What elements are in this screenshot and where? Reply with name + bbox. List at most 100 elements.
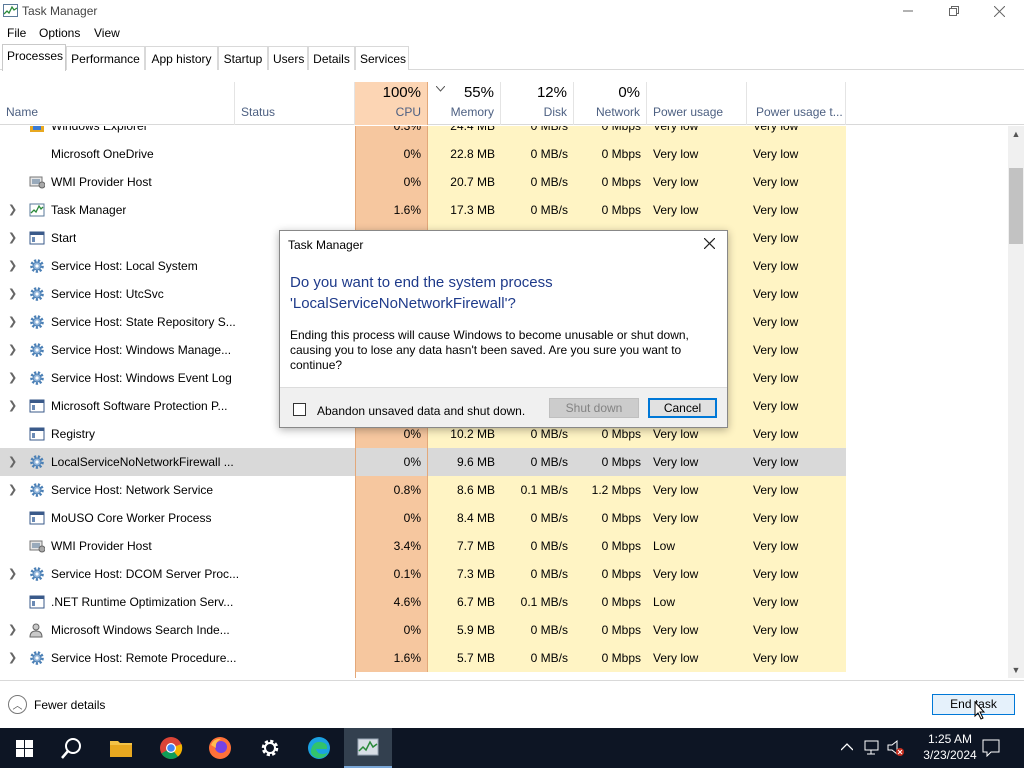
column-name[interactable]: Name bbox=[0, 82, 235, 125]
table-row[interactable]: ❯ Microsoft Windows Search Inde... 0% 5.9 M… bbox=[0, 616, 1008, 644]
disk-cell: 0 MB/s bbox=[501, 168, 574, 196]
tab-details[interactable]: Details bbox=[308, 46, 355, 70]
vertical-scrollbar[interactable]: ▲ ▼ bbox=[1008, 126, 1024, 678]
volume-muted-icon[interactable] bbox=[887, 739, 905, 756]
expand-chevron-icon[interactable]: ❯ bbox=[8, 224, 17, 252]
clock-time[interactable]: 1:25 AM bbox=[912, 731, 988, 747]
chevron-up-icon: ︿ bbox=[8, 695, 27, 714]
cpu-cell: 1.6% bbox=[355, 196, 428, 224]
column-cpu[interactable]: 100% CPU bbox=[355, 82, 428, 125]
taskbar-chrome[interactable] bbox=[147, 728, 195, 768]
table-row[interactable]: ❯ Task Manager 1.6% 17.3 MB 0 MB/s 0 Mbps Very… bbox=[0, 196, 1008, 224]
tab-performance[interactable]: Performance bbox=[66, 46, 145, 70]
expand-chevron-icon[interactable]: ❯ bbox=[8, 308, 17, 336]
close-button[interactable] bbox=[976, 0, 1022, 22]
memory-cell: 7.3 MB bbox=[428, 560, 501, 588]
taskbar-settings[interactable] bbox=[246, 728, 294, 768]
cancel-button[interactable]: Cancel bbox=[648, 398, 717, 418]
column-power-trend[interactable]: Power usage t... bbox=[747, 82, 846, 125]
tab-startup[interactable]: Startup bbox=[218, 46, 268, 70]
wmi-icon bbox=[29, 174, 46, 190]
table-row[interactable]: Microsoft OneDrive 0% 22.8 MB 0 MB/s 0 Mbps V… bbox=[0, 140, 1008, 168]
table-row[interactable]: WMI Provider Host 3.4% 7.7 MB 0 MB/s 0 Mbps L… bbox=[0, 532, 1008, 560]
column-power-usage[interactable]: Power usage bbox=[647, 82, 747, 125]
power-cell: Very low bbox=[647, 504, 747, 532]
minimize-button[interactable] bbox=[885, 0, 931, 22]
scroll-thumb[interactable] bbox=[1009, 168, 1023, 244]
menu-view[interactable]: View bbox=[94, 26, 120, 40]
table-row[interactable]: ❯ Service Host: Remote Procedure... 1.6% 5.… bbox=[0, 644, 1008, 672]
dialog-close-button[interactable] bbox=[699, 235, 719, 255]
network-cell: 0 Mbps bbox=[574, 616, 647, 644]
column-memory[interactable]: 55% Memory bbox=[428, 82, 501, 125]
notification-icon[interactable] bbox=[982, 739, 1000, 757]
process-name: Microsoft OneDrive bbox=[51, 147, 154, 161]
column-disk[interactable]: 12% Disk bbox=[501, 82, 574, 125]
firefox-icon bbox=[209, 737, 231, 759]
table-row[interactable]: ❯ Service Host: DCOM Server Proc... 0.1% 7.… bbox=[0, 560, 1008, 588]
expand-chevron-icon[interactable]: ❯ bbox=[8, 280, 17, 308]
clock-date[interactable]: 3/23/2024 bbox=[912, 747, 988, 763]
power-cell: Very low bbox=[647, 140, 747, 168]
column-cpu-label: CPU bbox=[395, 105, 421, 119]
expand-chevron-icon[interactable]: ❯ bbox=[8, 644, 17, 672]
power-trend-cell: Very low bbox=[747, 644, 846, 672]
start-button[interactable] bbox=[0, 728, 48, 768]
memory-cell: 6.7 MB bbox=[428, 588, 501, 616]
scroll-up-arrow-icon[interactable]: ▲ bbox=[1008, 126, 1024, 142]
chevron-up-icon[interactable] bbox=[841, 743, 853, 751]
tab-services[interactable]: Services bbox=[355, 46, 409, 70]
taskbar-edge[interactable] bbox=[295, 728, 343, 768]
expand-chevron-icon[interactable]: ❯ bbox=[8, 392, 17, 420]
table-row[interactable]: ❯ LocalServiceNoNetworkFirewall ... 0% 9.6 … bbox=[0, 448, 1008, 476]
taskbar-file-explorer[interactable] bbox=[97, 728, 145, 768]
gear-icon bbox=[29, 482, 45, 498]
abandon-data-checkbox[interactable] bbox=[293, 403, 306, 416]
table-row[interactable]: .NET Runtime Optimization Serv... 4.6% 6.7… bbox=[0, 588, 1008, 616]
window-icon bbox=[29, 426, 45, 442]
network-icon[interactable] bbox=[864, 740, 881, 755]
table-row[interactable]: Windows Explorer 0.3% 24.4 MB 0 MB/s 0 Mbps V… bbox=[0, 126, 1008, 140]
tab-app-history[interactable]: App history bbox=[145, 46, 218, 70]
expand-chevron-icon[interactable]: ❯ bbox=[8, 364, 17, 392]
column-status[interactable]: Status bbox=[235, 82, 355, 125]
taskbar-firefox[interactable] bbox=[196, 728, 244, 768]
menu-file[interactable]: File bbox=[7, 26, 26, 40]
search-button[interactable] bbox=[48, 728, 96, 768]
taskbar-task-manager[interactable] bbox=[344, 728, 392, 768]
scroll-down-arrow-icon[interactable]: ▼ bbox=[1008, 662, 1024, 678]
menu-bar: File Options View bbox=[0, 22, 1024, 44]
expand-chevron-icon[interactable]: ❯ bbox=[8, 616, 17, 644]
table-row[interactable]: MoUSO Core Worker Process 0% 8.4 MB 0 MB/s 0… bbox=[0, 504, 1008, 532]
expand-chevron-icon[interactable]: ❯ bbox=[8, 336, 17, 364]
expand-chevron-icon[interactable]: ❯ bbox=[8, 252, 17, 280]
shut-down-button[interactable]: Shut down bbox=[549, 398, 639, 418]
expand-chevron-icon[interactable]: ❯ bbox=[8, 196, 17, 224]
footer-bar: ︿ Fewer details End task bbox=[0, 680, 1024, 728]
column-power-label: Power usage bbox=[653, 105, 724, 119]
column-status-label: Status bbox=[241, 105, 276, 119]
maximize-button[interactable] bbox=[931, 0, 977, 22]
memory-cell: 22.8 MB bbox=[428, 140, 501, 168]
network-total: 0% bbox=[618, 84, 640, 101]
process-name: Task Manager bbox=[51, 203, 127, 217]
table-row[interactable]: WMI Provider Host 0% 20.7 MB 0 MB/s 0 Mbps Ve… bbox=[0, 168, 1008, 196]
tab-processes[interactable]: Processes bbox=[2, 44, 66, 71]
tab-users[interactable]: Users bbox=[268, 46, 308, 70]
fewer-details-button[interactable]: ︿ Fewer details bbox=[8, 695, 105, 714]
disk-cell: 0 MB/s bbox=[501, 140, 574, 168]
expand-chevron-icon[interactable]: ❯ bbox=[8, 476, 17, 504]
power-trend-cell: Very low bbox=[747, 364, 846, 392]
memory-cell: 7.7 MB bbox=[428, 532, 501, 560]
menu-options[interactable]: Options bbox=[39, 26, 80, 40]
table-row[interactable]: ❯ Service Host: Network Service 0.8% 8.6 MB… bbox=[0, 476, 1008, 504]
expand-chevron-icon[interactable]: ❯ bbox=[8, 448, 17, 476]
expand-chevron-icon[interactable]: ❯ bbox=[8, 560, 17, 588]
column-network[interactable]: 0% Network bbox=[574, 82, 647, 125]
process-name: LocalServiceNoNetworkFirewall ... bbox=[51, 455, 234, 469]
close-icon bbox=[703, 237, 715, 250]
abandon-data-label[interactable]: Abandon unsaved data and shut down. bbox=[317, 404, 525, 418]
gear-icon bbox=[29, 314, 45, 330]
cpu-cell: 0% bbox=[355, 448, 428, 476]
gear-icon bbox=[29, 258, 45, 274]
